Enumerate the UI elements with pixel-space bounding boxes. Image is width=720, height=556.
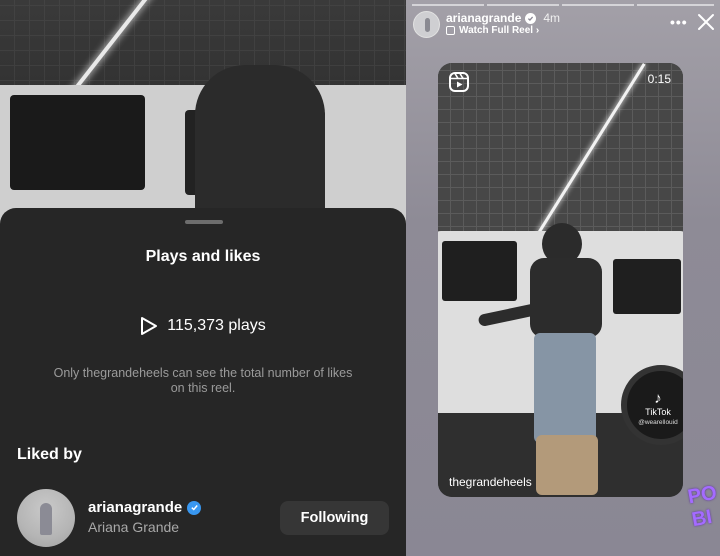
reel-icon: [446, 26, 455, 35]
liker-username[interactable]: arianagrande: [88, 499, 202, 516]
tiktok-icon: ♪: [654, 390, 662, 407]
reel-card[interactable]: 0:15 ♪ TikTok @wearellouid thegrandeheel…: [438, 63, 683, 497]
watch-full-reel-link[interactable]: Watch Full Reel ›: [446, 25, 539, 36]
following-button[interactable]: Following: [280, 501, 389, 535]
reel-username[interactable]: thegrandeheels: [449, 475, 532, 489]
story-progress-segment: [412, 4, 484, 6]
bottom-sheet: Plays and likes 115,373 plays Only thegr…: [0, 208, 406, 556]
sheet-title: Plays and likes: [145, 248, 261, 265]
sheet-drag-handle[interactable]: [185, 220, 223, 224]
story-progress-segment: [562, 4, 634, 6]
story-time: 4m: [543, 11, 561, 25]
reel-icon: [449, 72, 469, 92]
story-avatar[interactable]: [413, 11, 440, 38]
avatar[interactable]: [17, 489, 75, 547]
sticker-graphic: PO BI: [686, 481, 719, 532]
plays-likes-panel: Plays and likes 115,373 plays Only thegr…: [0, 0, 406, 556]
liked-by-heading: Liked by: [17, 446, 82, 463]
story-progress-segment: [487, 4, 559, 6]
story-viewer: arianagrande 4m Watch Full Reel › ••• 0:…: [406, 0, 720, 556]
more-icon[interactable]: •••: [670, 14, 688, 30]
liker-full-name: Ariana Grande: [88, 519, 180, 535]
close-icon[interactable]: [697, 13, 715, 31]
tiktok-watermark: ♪ TikTok @wearellouid: [638, 390, 678, 427]
likes-visibility-note: Only thegrandeheels can see the total nu…: [53, 366, 353, 395]
verified-icon: [187, 500, 202, 515]
reel-background-image: [0, 0, 406, 230]
play-icon: [141, 317, 158, 335]
verified-icon: [525, 12, 537, 24]
story-progress-segment: [637, 4, 714, 6]
reel-duration: 0:15: [647, 72, 671, 86]
plays-text: 115,373 plays: [167, 317, 266, 334]
story-username[interactable]: arianagrande 4m: [446, 11, 560, 25]
plays-count: 115,373 plays: [0, 316, 406, 336]
